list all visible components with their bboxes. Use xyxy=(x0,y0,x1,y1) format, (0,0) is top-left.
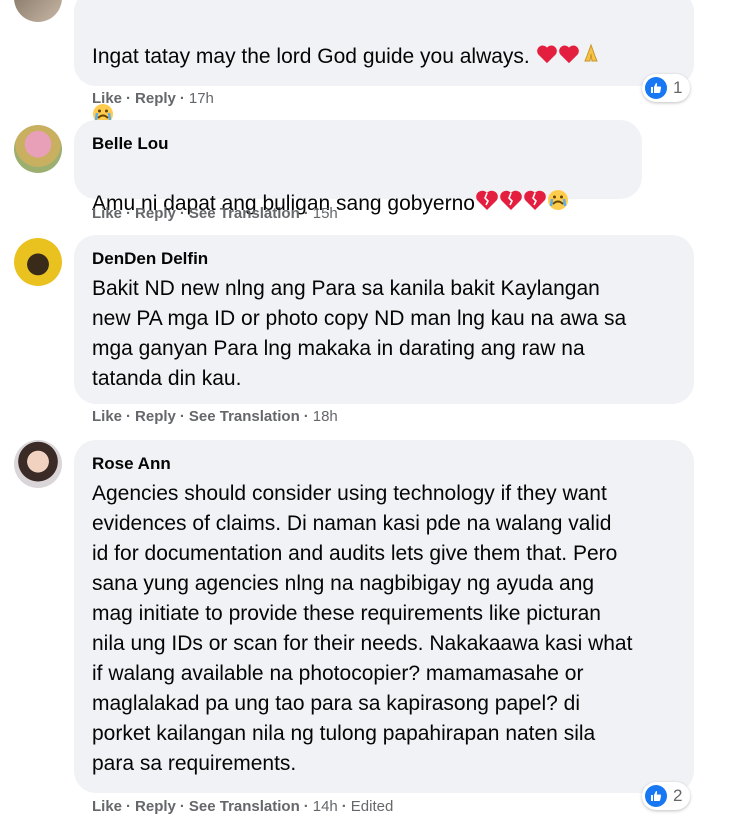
like-link[interactable]: Like xyxy=(92,408,122,425)
broken-heart-icon xyxy=(523,189,547,220)
separator: · xyxy=(179,408,185,425)
comment-text: Agencies should consider using technolog… xyxy=(92,482,633,775)
avatar[interactable] xyxy=(14,238,62,286)
broken-heart-icon xyxy=(499,189,523,220)
separator: · xyxy=(341,798,347,815)
separator: · xyxy=(179,90,185,107)
edited-label: Edited xyxy=(350,798,394,815)
red-heart-icon xyxy=(536,43,558,73)
comment-bubble: DenDen Delfin Bakit ND new nlng ang Para… xyxy=(74,235,694,404)
reply-link[interactable]: Reply xyxy=(135,90,176,107)
separator: · xyxy=(126,408,132,425)
see-translation-link[interactable]: See Translation xyxy=(189,798,300,815)
reply-link[interactable]: Reply xyxy=(135,408,176,425)
like-icon xyxy=(645,785,667,807)
separator: · xyxy=(179,798,185,815)
comment-actions: Like · Reply · See Translation · 18h xyxy=(92,408,338,425)
timestamp[interactable]: 17h xyxy=(189,90,214,107)
separator: · xyxy=(126,798,132,815)
comment-actions: Like · Reply · 17h xyxy=(92,90,214,107)
author-name[interactable]: Rose Ann xyxy=(92,452,676,476)
reaction-count-text: 2 xyxy=(673,786,683,805)
timestamp[interactable]: 14h xyxy=(313,798,338,815)
like-link[interactable]: Like xyxy=(92,798,122,815)
separator: · xyxy=(126,90,132,107)
see-translation-link[interactable]: See Translation xyxy=(189,205,300,222)
author-name[interactable]: DenDen Delfin xyxy=(92,247,676,271)
like-icon xyxy=(645,77,667,99)
separator: · xyxy=(303,205,309,222)
reaction-count[interactable]: 2 xyxy=(642,782,691,810)
comment-actions: Like · Reply · See Translation · 15h xyxy=(92,205,338,222)
crying-face-icon xyxy=(547,189,569,220)
like-link[interactable]: Like xyxy=(92,205,122,222)
reaction-count-text: 1 xyxy=(673,78,683,97)
timestamp[interactable]: 15h xyxy=(313,205,338,222)
separator: · xyxy=(126,205,132,222)
comment-bubble: Ingat tatay may the lord God guide you a… xyxy=(74,0,694,124)
avatar[interactable] xyxy=(14,125,62,173)
reaction-count[interactable]: 1 xyxy=(642,74,691,102)
comment-text: Ingat tatay may the lord God guide you a… xyxy=(92,12,676,134)
author-name[interactable]: Belle Lou xyxy=(92,132,624,156)
broken-heart-icon xyxy=(475,189,499,220)
comment-actions: Like · Reply · See Translation · 14h · E… xyxy=(92,798,393,815)
red-heart-icon xyxy=(558,43,580,73)
see-translation-link[interactable]: See Translation xyxy=(189,408,300,425)
separator: · xyxy=(303,798,309,815)
avatar[interactable] xyxy=(14,440,62,488)
comment-bubble: Rose Ann Agencies should consider using … xyxy=(74,440,694,793)
comment-bubble: Belle Lou Amu ni dapat ang buligan sang … xyxy=(74,120,642,215)
separator: · xyxy=(179,205,185,222)
separator: · xyxy=(303,408,309,425)
comment-text: Bakit ND new nlng ang Para sa kanila bak… xyxy=(92,277,627,390)
reply-link[interactable]: Reply xyxy=(135,205,176,222)
folded-hands-icon xyxy=(580,42,602,73)
reply-link[interactable]: Reply xyxy=(135,798,176,815)
timestamp[interactable]: 18h xyxy=(313,408,338,425)
like-link[interactable]: Like xyxy=(92,90,122,107)
avatar[interactable] xyxy=(14,0,62,22)
